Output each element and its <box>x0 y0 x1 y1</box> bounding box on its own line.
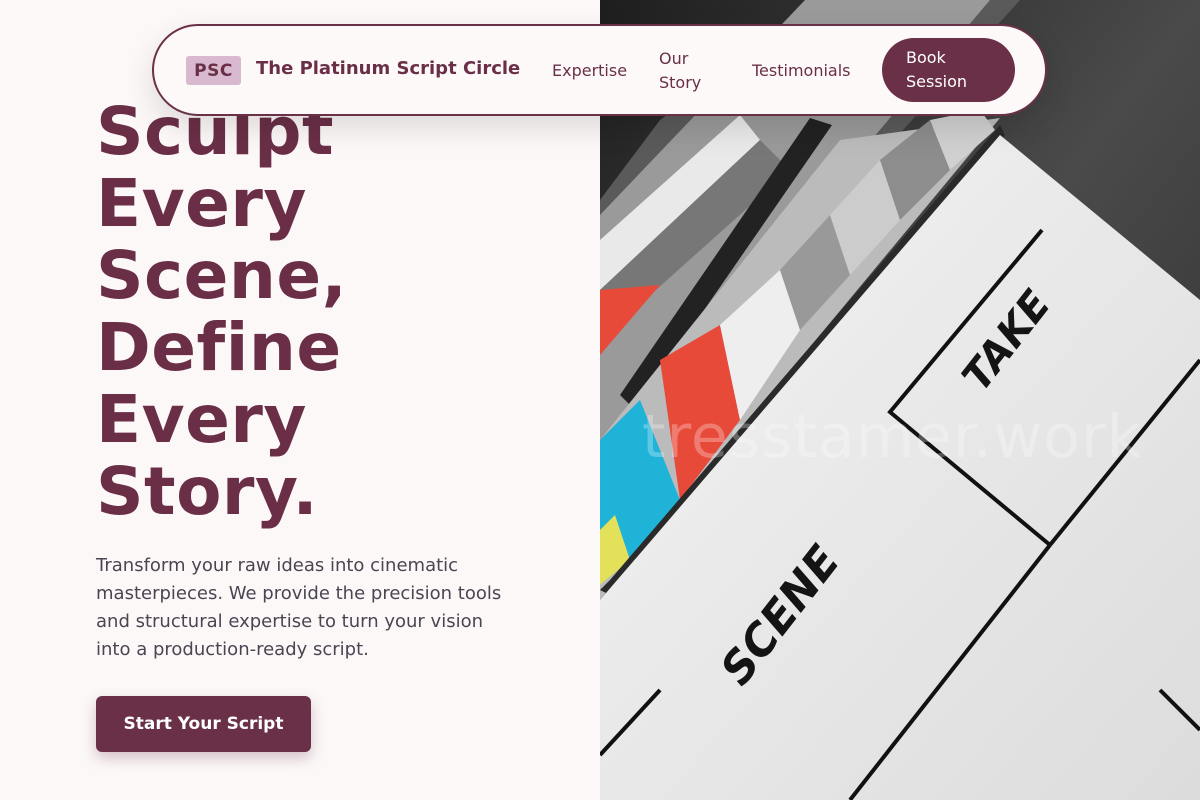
brand-name[interactable]: The Platinum Script Circle <box>256 58 520 79</box>
hero-title-line: Every <box>96 381 307 458</box>
hero-title-line: Scene, <box>96 237 348 314</box>
watermark-text: tresstamer.work <box>642 402 1143 472</box>
top-navigation: PSC The Platinum Script Circle Expertise… <box>152 24 1047 116</box>
hero-title-line: Every <box>96 165 307 242</box>
hero-title-line: Story. <box>96 453 319 530</box>
nav-link-expertise[interactable]: Expertise <box>552 59 627 83</box>
hero-image: TAKE SCENE tresstamer.work <box>600 0 1200 800</box>
nav-link-testimonials[interactable]: Testimonials <box>752 59 851 83</box>
start-script-button[interactable]: Start Your Script <box>96 696 311 752</box>
hero-description: Transform your raw ideas into cinematic … <box>96 555 502 660</box>
nav-link-our-story[interactable]: Our Story <box>659 47 719 95</box>
logo-badge[interactable]: PSC <box>186 56 241 85</box>
clapperboard-illustration <box>600 0 1200 800</box>
book-session-button[interactable]: Book Session <box>882 38 1015 102</box>
hero-title: Sculpt Every Scene, Define Every Story. <box>96 96 576 528</box>
hero-title-line: Define <box>96 309 342 386</box>
